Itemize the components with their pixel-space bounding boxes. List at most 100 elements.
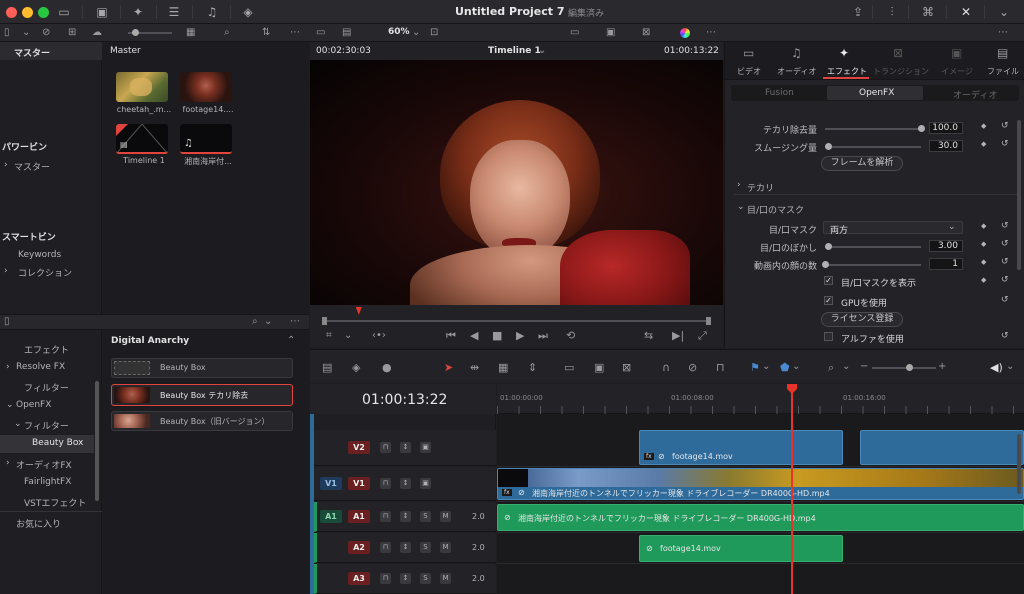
clip-thumbnail-cheetah[interactable] xyxy=(116,72,168,102)
faces-count-slider[interactable] xyxy=(825,264,921,266)
smoothing-slider[interactable] xyxy=(825,146,921,148)
audio-tab-icon[interactable]: ♫ xyxy=(791,46,802,60)
chevron-down-icon[interactable]: ⌄ xyxy=(737,202,745,212)
scrubber-track[interactable] xyxy=(324,320,710,322)
sidebar-toggle-icon[interactable]: ▯ xyxy=(4,316,10,327)
eye-mouth-section-header[interactable]: 目/口のマスク xyxy=(747,203,804,216)
reset-icon[interactable]: ↺ xyxy=(1001,239,1009,249)
link-icon[interactable]: ⊘ xyxy=(42,27,50,38)
eye-mouth-blur-value[interactable]: 3.00 xyxy=(929,240,963,252)
chevron-down-icon[interactable]: ⌄ xyxy=(762,361,770,372)
faces-count-knob[interactable] xyxy=(822,261,829,268)
smart-bin-collection[interactable]: コレクション xyxy=(18,266,72,279)
effect-item-beauty-box-legacy[interactable]: Beauty Box（旧バージョン） xyxy=(111,411,293,431)
tree-item-beauty-box[interactable]: Beauty Box xyxy=(32,438,83,448)
solo-button[interactable]: S xyxy=(420,573,431,584)
timeline-ruler[interactable]: 01:00:00:00 01:00:08:00 01:00:16:00 xyxy=(497,384,1024,414)
scrollbar[interactable] xyxy=(95,381,99,501)
track-name-a3[interactable]: A3 xyxy=(348,572,370,585)
show-mask-checkbox[interactable]: ✓ xyxy=(824,276,833,285)
file-tab-icon[interactable]: ▤ xyxy=(997,46,1008,60)
auto-select-icon[interactable]: ↕ xyxy=(400,542,411,553)
timeline-clip-a1[interactable]: ⊘ 湘南海岸付近のトンネルでフリッカー現象 ドライブレコーダー DR400G-H… xyxy=(497,504,1024,531)
clip-view-icon[interactable]: ▭ xyxy=(570,27,579,38)
chevron-down-icon[interactable]: ⌄ xyxy=(996,4,1012,20)
effects-tab-icon[interactable]: ✦ xyxy=(839,46,849,60)
tree-item-openfx[interactable]: OpenFX xyxy=(16,400,51,410)
more-options-icon[interactable]: ⋯ xyxy=(706,27,716,38)
trim-tool-icon[interactable]: ⇹ xyxy=(470,361,479,374)
track-name-v2[interactable]: V2 xyxy=(348,441,370,454)
sidebar-toggle-icon[interactable]: ▯ xyxy=(4,27,10,38)
lock-icon[interactable]: ⊓ xyxy=(380,542,391,553)
reset-icon[interactable]: ↺ xyxy=(1001,295,1009,305)
solo-button[interactable]: S xyxy=(420,511,431,522)
effect-item-beauty-box-shine[interactable]: Beauty Box テカリ除去 xyxy=(111,384,293,406)
more-options-icon[interactable]: ⋯ xyxy=(290,27,300,38)
tab-video[interactable]: ビデオ xyxy=(737,66,761,77)
auto-select-icon[interactable]: ↕ xyxy=(400,442,411,453)
chevron-down-icon[interactable]: ⌄ xyxy=(344,330,352,341)
smoothing-value[interactable]: 30.0 xyxy=(929,140,963,152)
chevron-right-icon[interactable]: › xyxy=(737,180,741,190)
viewer-mode-icon[interactable]: ▤ xyxy=(342,27,351,38)
fit-icon[interactable]: ⊡ xyxy=(430,27,438,38)
tree-item-fairlight-fx[interactable]: FairlightFX xyxy=(24,477,71,487)
thumbnail-size-knob[interactable] xyxy=(132,29,139,36)
speaker-icon[interactable]: ◀) xyxy=(990,361,1003,374)
subtab-fusion[interactable]: Fusion xyxy=(765,88,794,98)
shine-amount-knob[interactable] xyxy=(918,125,925,132)
tree-item-filters[interactable]: フィルター xyxy=(24,381,69,394)
close-window-button[interactable] xyxy=(6,7,17,18)
lock-icon[interactable]: ⊓ xyxy=(380,511,391,522)
solo-button[interactable]: S xyxy=(420,542,431,553)
track-visibility-icon[interactable]: ▣ xyxy=(420,442,431,453)
share-icon[interactable]: ⇪ xyxy=(850,4,866,20)
match-frame-icon[interactable]: ⇆ xyxy=(644,329,653,342)
zoom-out-icon[interactable]: − xyxy=(860,361,868,372)
fullscreen-icon[interactable]: ⤢ xyxy=(698,329,707,343)
mute-button[interactable]: M xyxy=(440,542,451,553)
crop-icon[interactable]: ⌗ xyxy=(326,330,332,341)
scrollbar[interactable] xyxy=(1017,434,1021,494)
reset-icon[interactable]: ↺ xyxy=(1001,139,1009,149)
chevron-down-icon[interactable]: ⌄ xyxy=(22,27,30,38)
video-frame[interactable] xyxy=(310,60,723,305)
tree-item-resolve-fx[interactable]: Resolve FX xyxy=(16,362,65,372)
subtab-audio[interactable]: オーディオ xyxy=(953,88,997,101)
zoom-in-icon[interactable]: + xyxy=(938,361,946,372)
selection-tool-icon[interactable]: ➤ xyxy=(444,361,453,374)
metadata-icon[interactable]: ⌘ xyxy=(920,4,936,20)
chevron-up-icon[interactable]: ⌃ xyxy=(287,335,295,346)
reset-icon[interactable]: ↺ xyxy=(1001,257,1009,267)
more-options-icon[interactable]: ⋯ xyxy=(290,316,300,327)
keyframe-icon[interactable]: ◆ xyxy=(981,240,986,248)
image-tab-icon[interactable]: ▣ xyxy=(951,46,962,60)
loop-icon[interactable]: ⟲ xyxy=(566,329,575,342)
filter-icon[interactable]: ⊞ xyxy=(68,27,76,38)
track-visibility-icon[interactable]: ▣ xyxy=(420,478,431,489)
zoom-level[interactable]: 60% xyxy=(388,27,410,37)
smart-bin-keywords[interactable]: Keywords xyxy=(18,250,61,260)
search-icon[interactable]: ⌕ xyxy=(252,316,258,327)
transform-icon[interactable]: ⊠ xyxy=(642,27,650,38)
audio-link-icon[interactable]: ◈ xyxy=(352,361,360,374)
cloud-icon[interactable]: ☁ xyxy=(92,27,102,38)
play-icon[interactable]: ▶ xyxy=(516,329,524,342)
keyframe-icon[interactable]: ◆ xyxy=(981,258,986,266)
chevron-down-icon[interactable]: ⌄ xyxy=(1006,361,1014,372)
eye-mouth-mask-select[interactable]: 両方 ⌄ xyxy=(823,221,963,236)
scrollbar[interactable] xyxy=(1017,120,1021,270)
tab-audio[interactable]: オーディオ xyxy=(777,66,816,77)
shine-amount-slider[interactable] xyxy=(825,128,921,130)
minimize-window-button[interactable] xyxy=(22,7,33,18)
tree-item-openfx-filters[interactable]: フィルター xyxy=(24,419,69,432)
tree-item-audio-fx[interactable]: オーディオFX xyxy=(16,458,72,471)
keyframe-icon[interactable]: ◆ xyxy=(981,276,986,284)
inspector-tools-icon[interactable]: ✕ xyxy=(958,4,974,20)
timeline-zoom-slider[interactable] xyxy=(872,367,936,369)
reset-icon[interactable]: ↺ xyxy=(1001,275,1009,285)
audio-clip-thumbnail[interactable]: ♫ xyxy=(180,124,232,154)
mute-button[interactable]: M xyxy=(440,511,451,522)
replace-clip-icon[interactable]: ⊠ xyxy=(622,361,631,374)
